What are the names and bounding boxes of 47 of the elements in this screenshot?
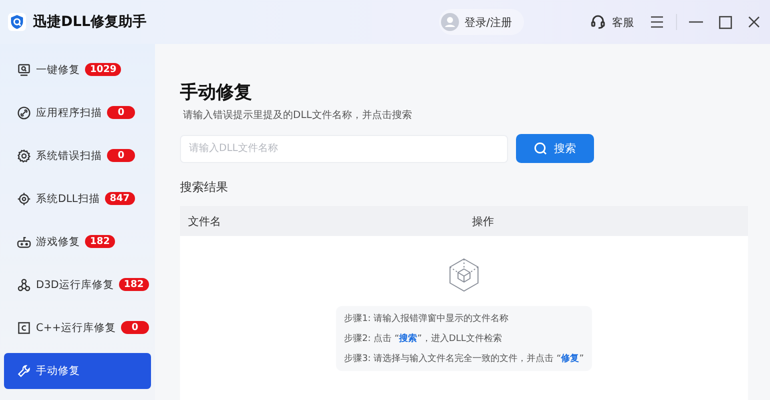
avatar-icon (441, 13, 460, 31)
count-badge: 0 (107, 149, 135, 162)
step-text: 步骤3: 请选择与输入文件名完全一致的文件，并点击 “修复” (344, 352, 584, 366)
column-header: 操作 (471, 214, 495, 228)
count-badge: 0 (107, 106, 135, 119)
count-badge: 0 (120, 321, 149, 334)
step-text: 步骤2: 点击 “搜索”，进入DLL文件检索 (344, 332, 503, 346)
sidebar-item[interactable]: 一键修复 1029 (4, 48, 151, 91)
nodes-icon (17, 278, 31, 292)
search-button[interactable]: 搜索 (516, 134, 594, 163)
link-icon (17, 106, 31, 120)
gamepad-icon (17, 234, 31, 248)
step-link[interactable]: 搜索 (399, 334, 418, 344)
minimize-icon[interactable] (689, 21, 703, 23)
search-icon (534, 142, 547, 155)
count-badge: 847 (104, 192, 135, 205)
sidebar-item[interactable]: D3D运行库修复 182 (4, 263, 151, 306)
app-title: 迅捷DLL修复助手 (33, 13, 146, 31)
monitor-icon (17, 62, 31, 76)
results-heading: 搜索结果 (180, 179, 229, 196)
count-badge: 1029 (85, 63, 122, 76)
column-header: 文件名 (187, 214, 222, 228)
close-icon[interactable] (748, 16, 760, 28)
maximize-icon[interactable] (719, 16, 732, 28)
menu-icon[interactable] (650, 16, 664, 28)
sidebar-item[interactable]: 系统DLL扫描 847 (4, 177, 151, 220)
app-logo-icon (8, 13, 26, 31)
page-subtitle: 请输入错误提示里提及的DLL文件名称，并点击搜索 (183, 108, 413, 122)
login-button[interactable]: 登录/注册 (439, 9, 524, 35)
headset-icon (590, 14, 606, 30)
sidebar-item[interactable]: 系统错误扫描 0 (4, 134, 151, 177)
count-badge: 182 (85, 235, 115, 248)
count-badge: 182 (118, 278, 149, 291)
wrench-icon (17, 364, 31, 378)
search-field[interactable]: 请输入DLL文件名称 (180, 134, 508, 162)
step-link[interactable]: 修复 (561, 354, 580, 364)
sidebar-item[interactable]: C++运行库修复 0 (4, 306, 151, 349)
support-button[interactable]: 客服 (590, 14, 634, 30)
target-icon (17, 192, 31, 206)
empty-box-icon (448, 258, 480, 292)
sidebar-item[interactable]: 应用程序扫描 0 (4, 91, 151, 134)
c-letter-icon (17, 320, 31, 334)
step-text: 步骤1: 请输入报错弹窗中显示的文件名称 (344, 312, 510, 326)
sidebar-item[interactable]: 手动修复 (4, 353, 151, 389)
page-title: 手动修复 (180, 81, 253, 104)
sidebar-item[interactable]: 游戏修复 182 (4, 220, 151, 263)
gear-icon (17, 148, 31, 162)
